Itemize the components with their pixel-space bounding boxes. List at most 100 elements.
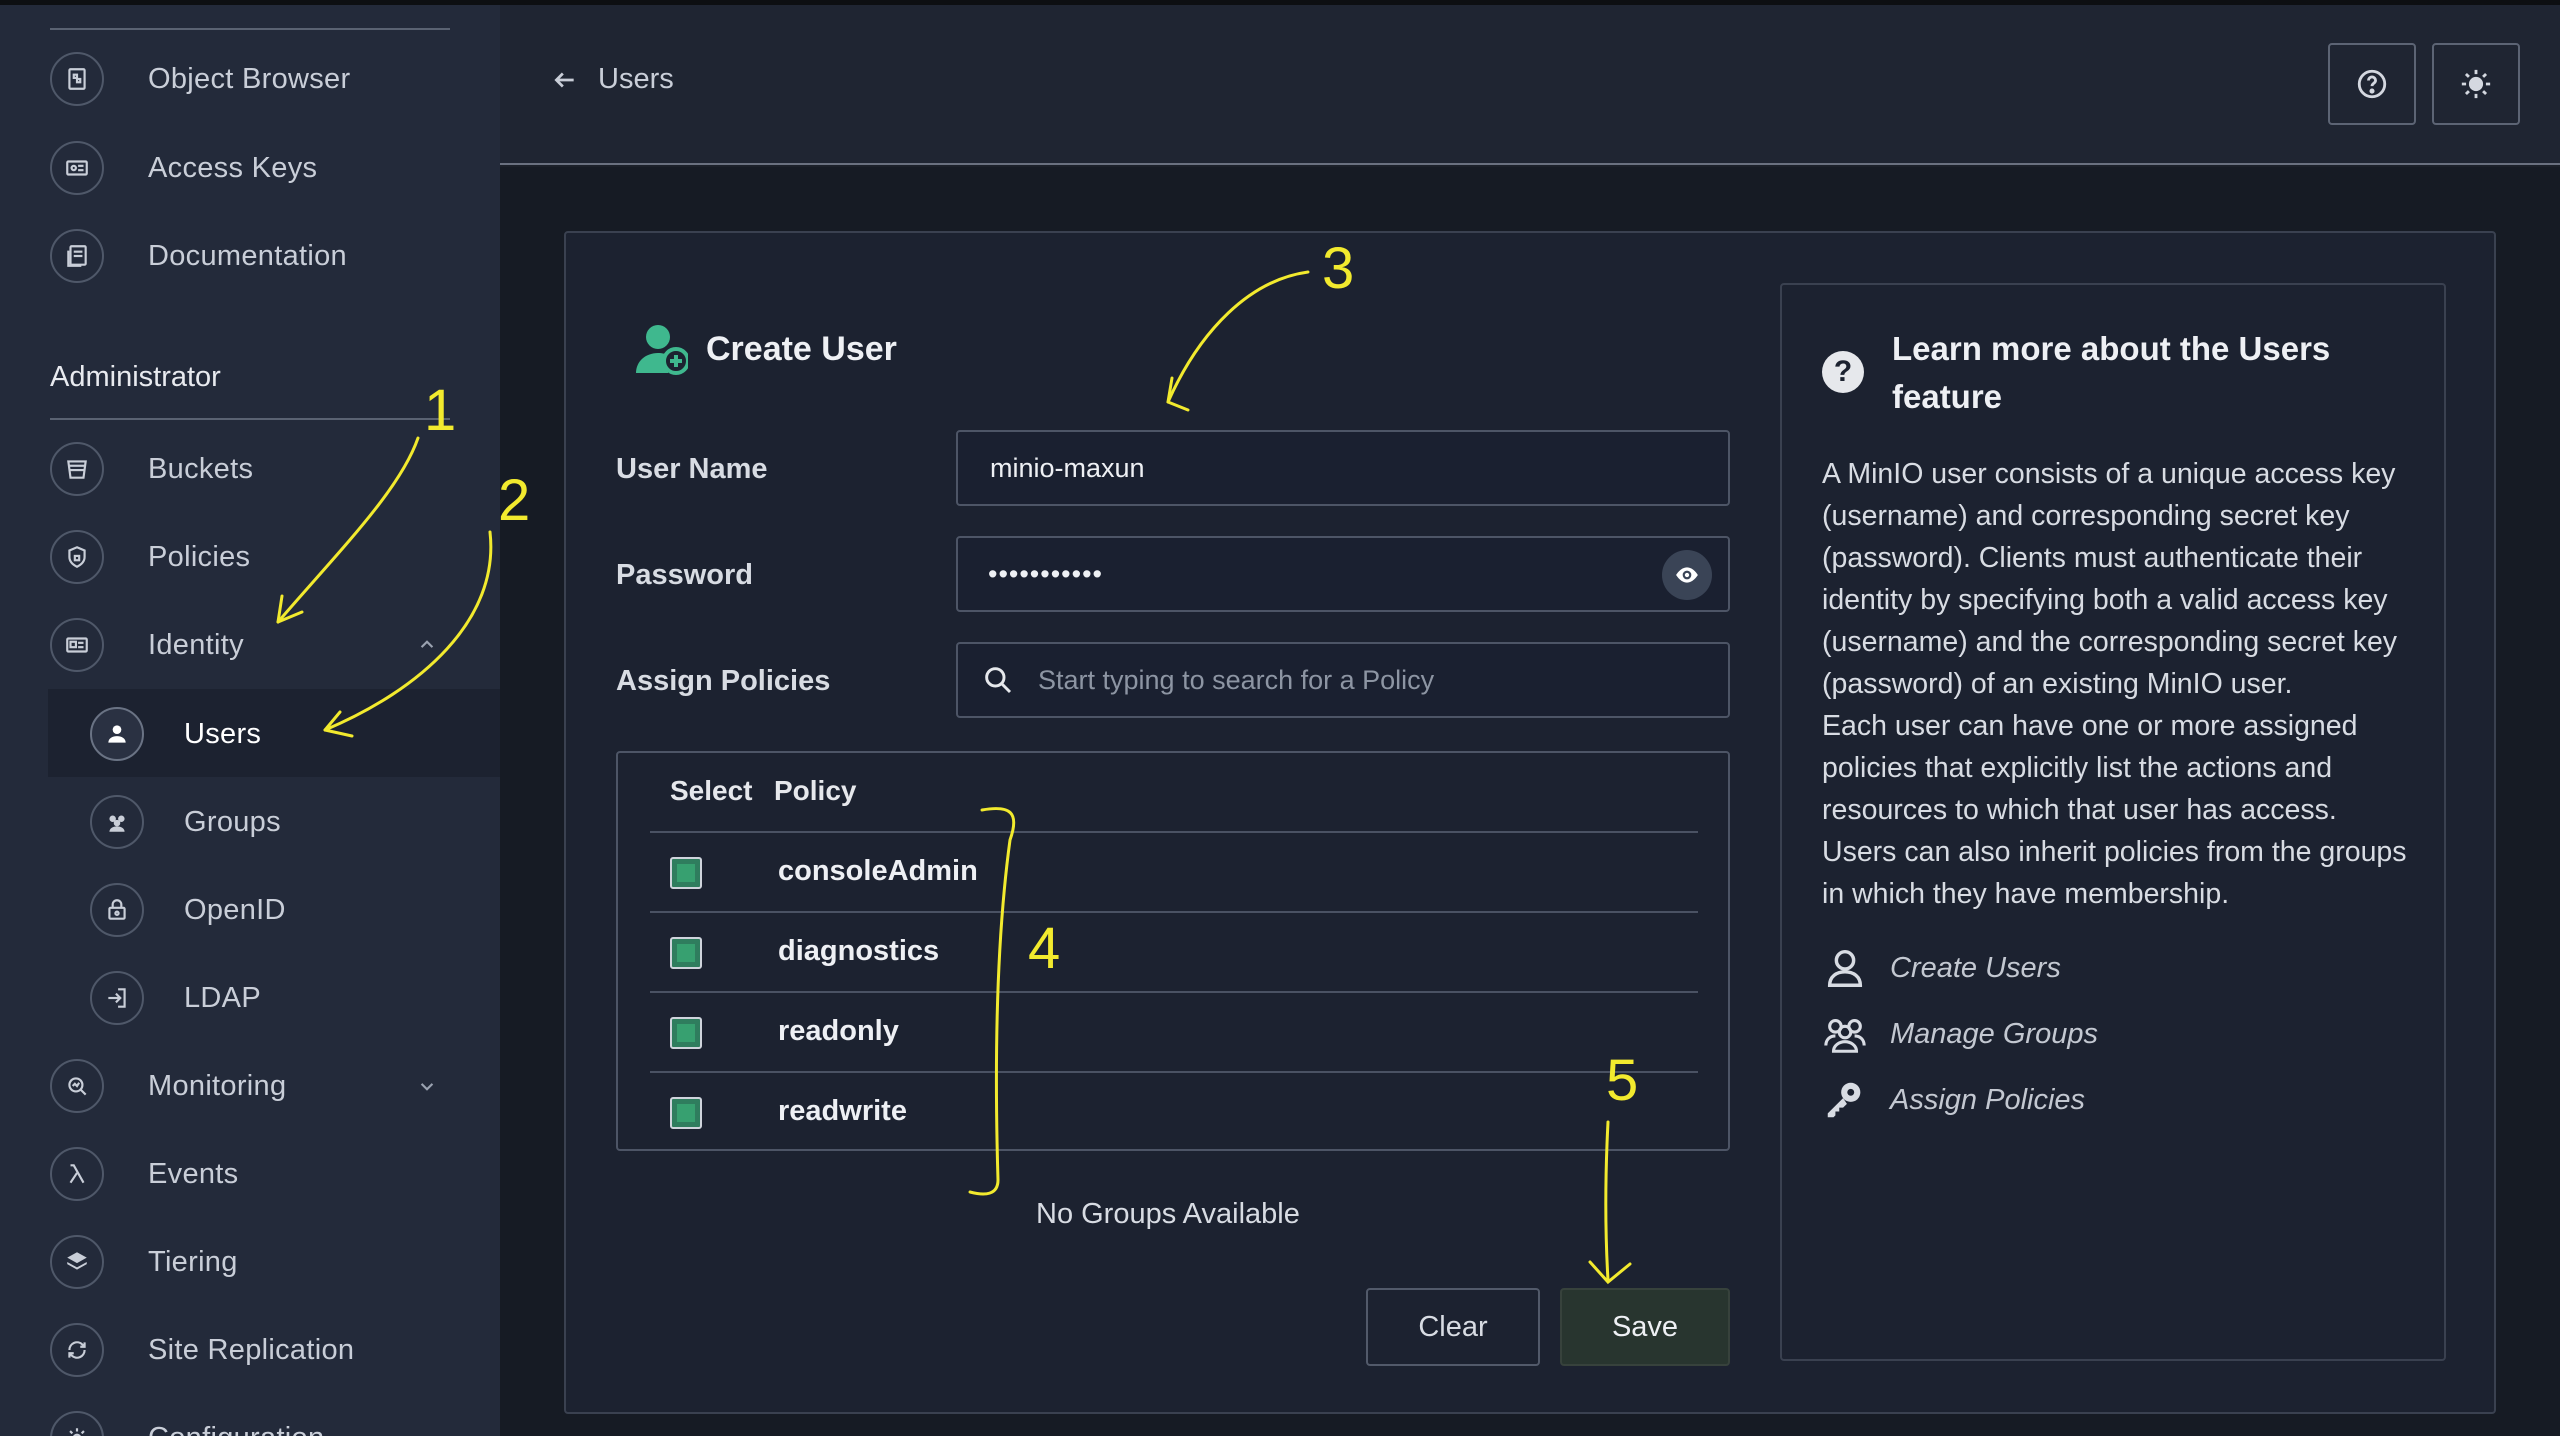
eye-icon [1676,567,1698,583]
help-paragraph: A MinIO user consists of a unique access… [1822,458,2398,700]
object-browser-icon [50,52,104,106]
theme-toggle-button[interactable] [2432,43,2520,125]
help-title: Learn more about the Users feature [1892,330,2331,415]
back-link[interactable]: Users [552,63,674,96]
policy-name: consoleAdmin [778,855,978,887]
sidebar-item-openid[interactable]: OpenID [90,875,500,945]
column-header-policy: Policy [774,775,857,806]
user-outline-icon [1827,949,1863,987]
policy-search-field[interactable] [956,642,1730,718]
sidebar-item-documentation[interactable]: Documentation [50,221,470,291]
sidebar-item-label: LDAP [184,981,261,1014]
layers-icon [50,1235,104,1289]
username-label: User Name [616,453,768,485]
sidebar-item-configuration[interactable]: Configuration [50,1403,470,1436]
page-title: Create User [706,329,897,368]
sidebar-item-identity[interactable]: Identity [50,610,470,680]
sidebar-item-label: OpenID [184,893,286,926]
password-input[interactable]: ••••••••••• [988,559,1103,590]
sidebar-item-users[interactable]: Users [90,699,500,769]
monitoring-icon [50,1059,104,1113]
sidebar-item-site-replication[interactable]: Site Replication [50,1315,470,1385]
clear-button[interactable]: Clear [1366,1288,1540,1366]
sidebar-item-monitoring[interactable]: Monitoring [50,1051,470,1121]
groups-outline-icon [1824,1019,1866,1053]
column-header-select: Select [670,775,753,806]
policy-shield-icon [50,530,104,584]
sidebar-item-access-keys[interactable]: Access Keys [50,133,470,203]
identity-card-icon [50,618,104,672]
password-field[interactable]: ••••••••••• [956,536,1730,612]
table-row[interactable]: readwrite [650,1071,1698,1151]
help-button[interactable] [2328,43,2416,125]
password-label: Password [616,559,753,591]
main-content: Create User User Name Password •••••••••… [500,167,2560,1436]
help-link-label: Assign Policies [1890,1083,2086,1116]
sidebar-item-label: Configuration [148,1422,324,1436]
help-link-create-users[interactable]: Create Users [1822,945,2061,991]
sidebar-item-label: Identity [148,628,244,661]
sidebar-item-label: Monitoring [148,1069,287,1102]
policy-checkbox[interactable] [670,937,702,969]
policy-checkbox[interactable] [670,857,702,889]
policy-name: diagnostics [778,935,940,967]
help-link-label: Manage Groups [1890,1017,2098,1050]
sidebar-item-label: Events [148,1157,239,1190]
access-keys-icon [50,141,104,195]
sidebar-item-policies[interactable]: Policies [50,522,470,592]
documentation-icon [50,229,104,283]
sidebar-divider [50,418,450,420]
sidebar-item-buckets[interactable]: Buckets [50,434,470,504]
form-title-row: Create User [636,321,897,377]
sidebar-section-title: Administrator [50,361,221,393]
help-link-manage-groups[interactable]: Manage Groups [1822,1011,2098,1057]
help-question-icon: ? [1822,351,1864,393]
sidebar-item-label: Object Browser [148,62,351,95]
username-input[interactable] [988,451,1628,485]
no-groups-message: No Groups Available [1036,1198,1300,1230]
key-icon [1827,1082,1861,1118]
policy-table: Select Policy consoleAdmin diagnostics r… [616,751,1730,1151]
lambda-icon [50,1147,104,1201]
sidebar-item-label: Site Replication [148,1333,355,1366]
help-link-assign-policies[interactable]: Assign Policies [1822,1077,2085,1123]
save-button[interactable]: Save [1560,1288,1730,1366]
sidebar-item-label: Documentation [148,239,347,272]
gear-icon [50,1411,104,1436]
lock-icon [90,883,144,937]
sidebar-item-events[interactable]: Events [50,1139,470,1209]
chevron-down-icon[interactable] [414,1073,440,1099]
sidebar-item-ldap[interactable]: LDAP [90,963,500,1033]
sidebar-item-object-browser[interactable]: Object Browser [50,44,470,114]
policy-checkbox[interactable] [670,1017,702,1049]
sidebar-item-label: Access Keys [148,151,318,184]
replication-icon [50,1323,104,1377]
policy-name: readonly [778,1015,899,1047]
username-field[interactable] [956,430,1730,506]
table-row[interactable]: readonly [650,991,1698,1071]
bucket-icon [50,442,104,496]
help-link-label: Create Users [1890,951,2061,984]
sidebar-item-label: Users [184,717,262,750]
chevron-up-icon[interactable] [414,632,440,658]
sidebar-item-label: Policies [148,540,251,573]
show-password-button[interactable] [1662,550,1712,600]
table-row[interactable]: consoleAdmin [650,831,1698,911]
sidebar-item-tiering[interactable]: Tiering [50,1227,470,1297]
groups-icon [90,795,144,849]
create-user-card: Create User User Name Password •••••••••… [564,231,2496,1414]
sidebar-item-groups[interactable]: Groups [90,787,500,857]
page-header: Users [500,5,2560,165]
sidebar: Object Browser Access Keys Documentation… [0,5,500,1436]
policy-checkbox[interactable] [670,1097,702,1129]
back-link-label: Users [598,63,674,95]
sidebar-item-label: Tiering [148,1245,238,1278]
sidebar-divider [50,28,450,30]
user-icon [90,707,144,761]
help-panel: ? Learn more about the Users feature A M… [1780,283,2446,1361]
policy-search-input[interactable] [1036,663,1676,697]
help-paragraph: Each user can have one or more assigned … [1822,710,2407,910]
table-row[interactable]: diagnostics [650,911,1698,991]
login-icon [90,971,144,1025]
sun-icon [2461,69,2491,99]
